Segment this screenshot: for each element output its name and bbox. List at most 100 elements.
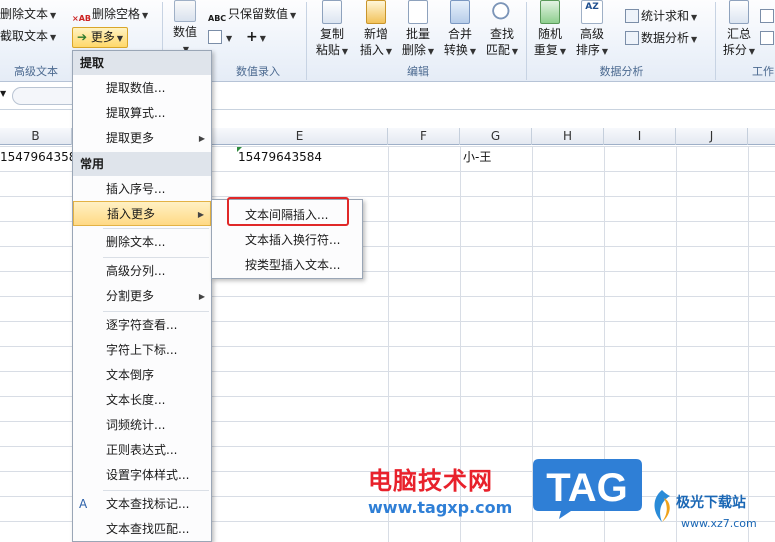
name-box-dropdown-icon[interactable]: ▼ (0, 89, 6, 98)
cell-e1[interactable]: 15479643584 (238, 148, 322, 166)
insert-new-icon (366, 0, 386, 24)
menu-item-regex[interactable]: 正则表达式... (73, 438, 211, 463)
magnifier-icon (490, 0, 514, 24)
summary-split-button[interactable]: 汇总 拆分 ▼ (717, 0, 761, 62)
tool-button-2[interactable] (760, 28, 775, 48)
random-icon (540, 0, 560, 24)
arrow-right-icon: ➔ (77, 30, 88, 44)
edit-pencil-icon (208, 30, 222, 44)
column-header-b[interactable]: B (0, 128, 72, 145)
column-header-j[interactable]: J (676, 128, 748, 145)
data-analysis-button[interactable]: 数据分析 ▼ (625, 28, 697, 48)
delete-space-button[interactable]: ×AB删除空格 ▼ (72, 4, 148, 24)
menu-item-insert-more[interactable]: 插入更多 ▶ (73, 201, 211, 226)
menu-item-extract-formula[interactable]: 提取算式... (73, 101, 211, 126)
menu-item-extract-more[interactable]: 提取更多 ▶ (73, 126, 211, 151)
copy-paste-button[interactable]: 复制 粘贴 ▼ (310, 0, 354, 62)
more-button[interactable]: ➔ 更多 ▼ (72, 27, 129, 48)
ribbon-separator (715, 2, 716, 80)
delete-space-label: 删除空格 (92, 7, 141, 21)
delete-text-button[interactable]: 删除文本 ▼ (0, 4, 56, 24)
extract-text-button[interactable]: 截取文本 ▼ (0, 26, 56, 46)
submenu-item-insert-by-type[interactable]: 按类型插入文本... (212, 253, 362, 277)
caret-down-icon: ▼ (50, 11, 57, 20)
sort-az-icon: AZ (581, 0, 603, 24)
column-header-f[interactable]: F (388, 128, 460, 145)
keep-numeric-button[interactable]: ABC 只保留数值 ▼ (208, 4, 296, 24)
find-match-label-2: 匹配 (485, 43, 510, 57)
menu-item-char-sub-sup[interactable]: 字符上下标... (73, 338, 211, 363)
delete-text-label: 删除文本 (0, 7, 49, 21)
menu-item-extract-value[interactable]: 提取数值... (73, 76, 211, 101)
summary-icon (729, 0, 749, 24)
cell-g1[interactable]: 小-王 (463, 148, 491, 166)
menu-item-word-freq[interactable]: 词频统计... (73, 413, 211, 438)
menu-item-find-mark[interactable]: A 文本查找标记... (73, 492, 211, 517)
copy-paste-icon (322, 0, 342, 24)
group-label-data-analysis: 数据分析 (599, 65, 644, 78)
caret-down-icon: ▼ (559, 47, 567, 56)
column-header-i[interactable]: I (604, 128, 676, 145)
advanced-sort-label-2: 排序 (575, 43, 600, 57)
menu-item-insert-serial[interactable]: 插入序号... (73, 177, 211, 202)
batch-delete-label-1: 批量 (405, 27, 430, 41)
batch-delete-label-2: 删除 (401, 43, 426, 57)
advanced-sort-button[interactable]: AZ 高级 排序 ▼ (570, 0, 614, 62)
data-analysis-label: 数据分析 (641, 31, 690, 45)
grid-line (676, 146, 677, 542)
group-label-edit: 编辑 (407, 65, 429, 78)
submenu-item-insert-linebreak[interactable]: 文本插入换行符... (212, 228, 362, 252)
summary-split-line-2: 拆分 ▼ (717, 42, 761, 60)
menu-item-advanced-split[interactable]: 高级分列... (73, 259, 211, 284)
menu-item-text-length[interactable]: 文本长度... (73, 388, 211, 413)
group-label-advanced-text: 高级文本 (14, 65, 58, 78)
tag-logo: TAG (533, 459, 642, 519)
add-button[interactable]: + ▼ (246, 27, 266, 47)
column-header-g[interactable]: G (460, 128, 532, 145)
aurora-logo-icon (654, 490, 670, 522)
caret-down-icon: ▼ (116, 34, 124, 43)
caret-down-icon: ▼ (290, 11, 297, 20)
menu-item-text-reverse[interactable]: 文本倒序 (73, 363, 211, 388)
tool-icon (760, 9, 774, 23)
advanced-sort-label-1: 高级 (579, 27, 604, 41)
edit-cell-button[interactable]: ▼ (208, 27, 232, 47)
split-more-label: 分割更多 (106, 289, 155, 303)
menu-item-font-style[interactable]: 设置字体样式... (73, 463, 211, 488)
caret-down-icon: ▼ (691, 13, 698, 22)
insert-new-label-2: 插入 (359, 43, 384, 57)
find-match-line-2: 匹配 ▼ (480, 42, 524, 60)
find-match-button[interactable]: 查找 匹配 ▼ (480, 0, 524, 62)
caret-down-icon: ▼ (601, 47, 609, 56)
menu-item-char-view[interactable]: 逐字符查看... (73, 313, 211, 338)
menu-separator (103, 490, 209, 491)
copy-paste-line-2: 粘贴 ▼ (310, 42, 354, 60)
column-header-h[interactable]: H (532, 128, 604, 145)
batch-delete-button[interactable]: 批量 删除 ▼ (396, 0, 440, 62)
random-repeat-line-2: 重复 ▼ (528, 42, 572, 60)
chevron-right-icon: ▶ (198, 292, 205, 301)
tool-button-1[interactable] (760, 6, 775, 26)
delete-space-icon: ×AB (72, 14, 91, 23)
copy-paste-label-2: 粘贴 (315, 43, 340, 57)
extract-more-label: 提取更多 (106, 131, 155, 145)
merge-convert-line-2: 转换 ▼ (438, 42, 482, 60)
column-header-e[interactable]: E (212, 128, 388, 145)
random-repeat-button[interactable]: 随机 重复 ▼ (528, 0, 572, 62)
merge-convert-button[interactable]: 合并 转换 ▼ (438, 0, 482, 62)
group-label-numeric-entry: 数值录入 (236, 65, 280, 78)
more-label: 更多 (90, 30, 115, 44)
caret-down-icon: ▼ (385, 47, 393, 56)
merge-convert-icon (450, 0, 470, 24)
menu-item-find-match[interactable]: 文本查找匹配... (73, 517, 211, 542)
caret-down-icon: ▼ (511, 47, 519, 56)
extract-text-label: 截取文本 (0, 29, 49, 43)
tag-logo-text: TAG (546, 466, 627, 510)
caret-down-icon: ▼ (50, 33, 57, 42)
menu-item-delete-text[interactable]: 删除文本... (73, 230, 211, 255)
menu-separator (103, 311, 209, 312)
menu-item-split-more[interactable]: 分割更多 ▶ (73, 284, 211, 309)
insert-more-label: 插入更多 (107, 207, 156, 221)
stats-sum-button[interactable]: 统计求和 ▼ (625, 6, 697, 26)
insert-new-button[interactable]: 新增 插入 ▼ (354, 0, 398, 62)
